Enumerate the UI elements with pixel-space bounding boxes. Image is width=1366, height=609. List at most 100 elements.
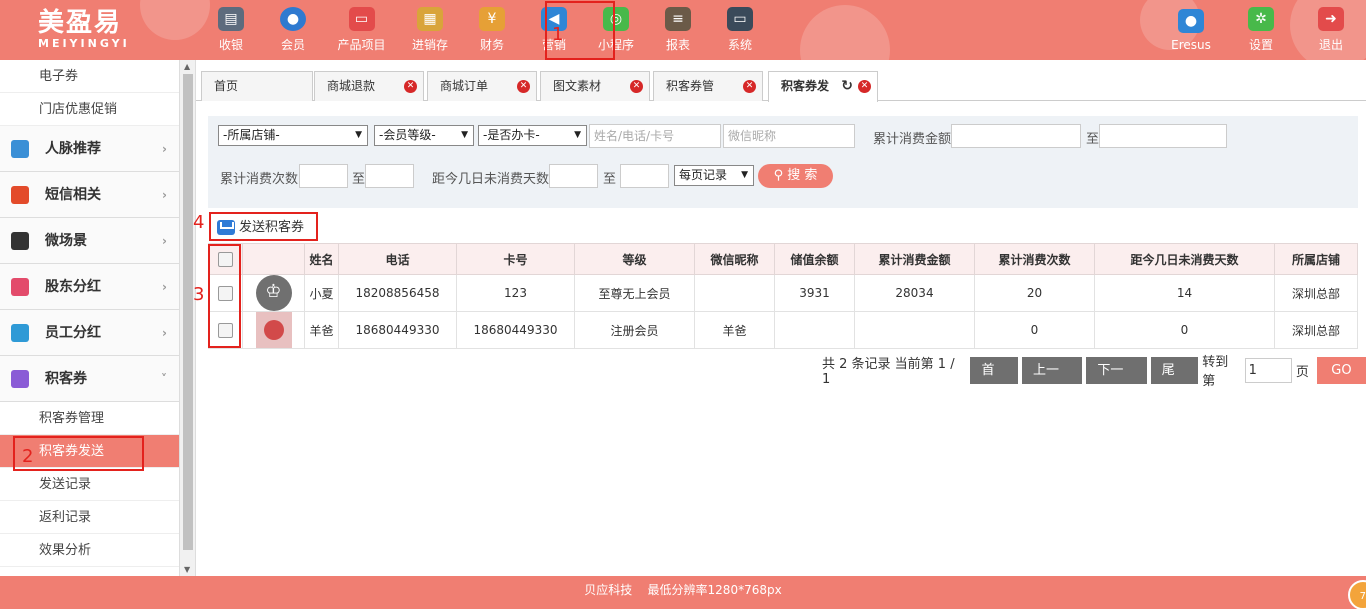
sidebar-item-staff-bonus[interactable]: 员工分红 › <box>0 310 179 356</box>
sidebar-item-coupon-manage[interactable]: 积客券管理 <box>0 402 179 435</box>
filter-panel: -所属店铺- ▼ -会员等级- ▼ -是否办卡- ▼ 姓名/电话/卡号 微信昵称 累计… <box>208 116 1358 208</box>
nav-product[interactable]: ▭ 产品项目 <box>324 0 399 60</box>
report-icon: ≡ <box>665 7 691 31</box>
nav-inventory[interactable]: ▦ 进销存 <box>399 0 461 60</box>
layers-icon <box>11 140 29 158</box>
go-button[interactable]: GO <box>1316 356 1366 384</box>
column-header: 卡号 <box>456 243 575 275</box>
close-icon[interactable]: ✕ <box>517 80 530 93</box>
store-select[interactable]: -所属店铺- ▼ <box>218 125 368 146</box>
nav-settings[interactable]: ✲ 设置 <box>1226 0 1296 60</box>
scroll-down-icon[interactable]: ▼ <box>184 565 190 574</box>
nav-cash[interactable]: ▤ 收银 <box>200 0 262 60</box>
sidebar-item-shareholder[interactable]: 股东分红 › <box>0 264 179 310</box>
nav-member[interactable]: ● 会员 <box>262 0 324 60</box>
wechat-input[interactable]: 微信昵称 <box>723 124 855 148</box>
close-icon[interactable]: ✕ <box>743 80 756 93</box>
total-amount-min-input[interactable] <box>951 124 1081 148</box>
next-page-button[interactable]: 下一页 <box>1086 356 1147 405</box>
tab-media[interactable]: 图文素材 ✕ <box>540 71 650 101</box>
tab-mall-refund[interactable]: 商城退款 ✕ <box>314 71 424 101</box>
table-cell: 28034 <box>854 274 975 312</box>
scrollbar-thumb[interactable] <box>183 74 193 550</box>
tab-label: 积客券管 <box>666 79 715 93</box>
page-number-input[interactable]: 1 <box>1244 357 1292 383</box>
nav-report[interactable]: ≡ 报表 <box>647 0 709 60</box>
right-nav: ● Eresus ✲ 设置 ➜ 退出 <box>1156 0 1366 60</box>
table-row[interactable]: 羊爸 18680449330 18680449330 注册会员 羊爸 0 0 深… <box>208 311 1358 349</box>
floating-badge[interactable]: 76 <box>1346 576 1366 609</box>
sidebar-item-send-records[interactable]: 发送记录 <box>0 468 179 501</box>
total-count-min-input[interactable] <box>299 164 348 188</box>
days-min-input[interactable] <box>549 164 598 188</box>
sidebar-item-store-promo[interactable]: 门店优惠促销 <box>0 93 179 126</box>
column-header: 累计消费次数 <box>974 243 1095 275</box>
scroll-up-icon[interactable]: ▲ <box>184 62 190 71</box>
sidebar-item-coupon[interactable]: 积客券 ˅ <box>0 356 179 402</box>
top-navbar: 美盈易 MEIYINGYI ▤ 收银 ● 会员 ▭ 产品项目 ▦ 进销存 ¥ 财务 ◀ 营销… <box>0 0 1366 60</box>
close-icon[interactable]: ✕ <box>858 80 871 93</box>
logout-icon: ➜ <box>1318 7 1344 31</box>
table-cell: 注册会员 <box>574 311 695 349</box>
tab-coupon-manage[interactable]: 积客券管 ✕ <box>653 71 763 101</box>
finance-icon: ¥ <box>479 7 505 31</box>
column-header: 累计消费金额 <box>854 243 975 275</box>
tab-coupon-send[interactable]: 积客券发 ↻ ✕ <box>768 71 878 102</box>
first-page-button[interactable]: 首页 <box>970 356 1019 405</box>
card-select[interactable]: -是否办卡- ▼ <box>478 125 587 146</box>
total-count-max-input[interactable] <box>365 164 414 188</box>
nav-label: 退出 <box>1318 38 1343 52</box>
sidebar-item-label: 人脉推荐 <box>45 141 101 157</box>
annotation-number: 2 <box>22 446 34 467</box>
phone-input[interactable]: 姓名/电话/卡号 <box>589 124 721 148</box>
sidebar-item-label: 员工分红 <box>45 325 101 341</box>
table-cell: 3931 <box>774 274 855 312</box>
table-cell: 小夏 <box>304 274 339 312</box>
sidebar-item-referral[interactable]: 人脉推荐 › <box>0 126 179 172</box>
nav-logout[interactable]: ➜ 退出 <box>1296 0 1366 60</box>
level-select[interactable]: -会员等级- ▼ <box>374 125 474 146</box>
sidebar-item-microscene[interactable]: 微场景 › <box>0 218 179 264</box>
logo[interactable]: 美盈易 MEIYINGYI <box>38 8 130 50</box>
table-header-row: 姓名 电话 卡号 等级 微信昵称 储值余额 累计消费金额 累计消费次数 距今几日… <box>208 243 1358 275</box>
phone-icon <box>11 186 29 204</box>
chevron-right-icon: › <box>162 234 167 248</box>
member-icon: ● <box>280 7 306 31</box>
search-button[interactable]: ⚲ 搜 索 <box>758 164 833 188</box>
tab-label: 商城订单 <box>440 79 489 93</box>
tab-mall-order[interactable]: 商城订单 ✕ <box>427 71 537 101</box>
nav-user[interactable]: ● Eresus <box>1156 0 1226 60</box>
staff-icon <box>11 324 29 342</box>
range-to-label: 至 <box>603 172 617 187</box>
annotation-box-4 <box>209 212 318 241</box>
total-amount-max-input[interactable] <box>1099 124 1227 148</box>
annotation-number: 3 <box>193 284 205 305</box>
table-row[interactable]: ♔ 小夏 18208856458 123 至尊无上会员 3931 28034 2… <box>208 274 1358 312</box>
page-size-select[interactable]: 每页记录 ▼ <box>674 165 754 186</box>
days-max-input[interactable] <box>620 164 669 188</box>
nav-label: Eresus <box>1171 37 1211 52</box>
range-to-label: 至 <box>1086 132 1100 147</box>
column-header: 姓名 <box>304 243 339 275</box>
sidebar-item-sms[interactable]: 短信相关 › <box>0 172 179 218</box>
close-icon[interactable]: ✕ <box>630 80 643 93</box>
action-bar: 发送积客券 <box>208 213 1358 243</box>
tab-home[interactable]: 首页 <box>201 71 313 101</box>
table-cell <box>774 311 855 349</box>
refresh-icon[interactable]: ↻ <box>841 72 853 100</box>
sidebar-item-effect-analysis[interactable]: 效果分析 <box>0 534 179 567</box>
prev-page-button[interactable]: 上一页 <box>1022 356 1083 405</box>
footer: 贝应科技 最低分辨率1280*768px 76 <box>0 576 1366 609</box>
chevron-right-icon: › <box>162 326 167 340</box>
nav-finance[interactable]: ¥ 财务 <box>461 0 523 60</box>
close-icon[interactable]: ✕ <box>404 80 417 93</box>
sidebar-item-ecoupon[interactable]: 电子券 <box>0 60 179 93</box>
monitor-icon: ▭ <box>727 7 753 31</box>
dropdown-arrow-icon: ▼ <box>741 170 748 180</box>
last-page-button[interactable]: 尾页 <box>1150 356 1199 405</box>
nav-system[interactable]: ▭ 系统 <box>709 0 771 60</box>
sidebar-item-rebate-records[interactable]: 返利记录 <box>0 501 179 534</box>
sidebar-scrollbar[interactable]: ▲ ▼ <box>180 60 196 576</box>
table-cell: 羊爸 <box>304 311 339 349</box>
table-cell <box>854 311 975 349</box>
